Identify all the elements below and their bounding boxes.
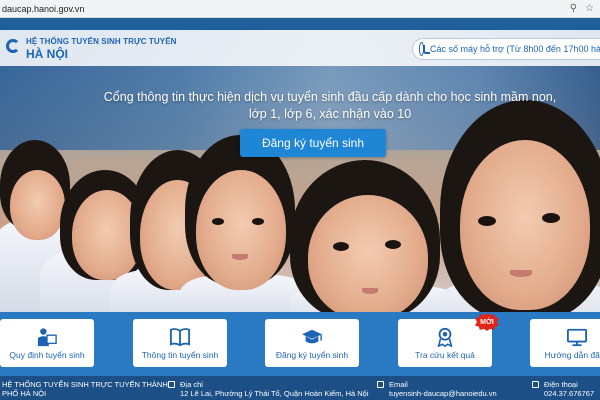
footer-org: HỆ THỐNG TUYỂN SINH TRỰC TUYẾN THÀNH PHỐ…	[2, 380, 168, 398]
tile-label: Tra cứu kết quả	[415, 349, 475, 360]
footer-org-line1: HỆ THỐNG TUYỂN SINH TRỰC TUYẾN THÀNH	[2, 380, 168, 389]
book-icon	[170, 327, 190, 346]
graduation-cap-icon	[302, 329, 322, 343]
tile-admission-info[interactable]: Thông tin tuyển sinh	[133, 319, 227, 367]
monitor-icon	[567, 328, 587, 346]
logo-icon	[6, 37, 22, 57]
browser-address-bar[interactable]: daucap.hanoi.gov.vn ⚲ ☆	[0, 0, 600, 18]
footer-email-value[interactable]: tuyensinh-daucap@hanoiedu.vn	[389, 389, 497, 398]
support-text: Các số máy hỗ trợ (Từ 8h00 đến 17h00 hàn…	[429, 44, 600, 54]
tile-registration-guide[interactable]: Hướng dẫn đăng	[530, 319, 600, 367]
tile-register-admission[interactable]: Đăng ký tuyển sinh	[265, 319, 359, 367]
tile-label: Đăng ký tuyển sinh	[275, 349, 349, 360]
search-icon[interactable]: ⚲	[570, 3, 577, 14]
tile-admission-regulations[interactable]: Quy định tuyển sinh	[0, 319, 94, 367]
star-icon[interactable]: ☆	[585, 3, 594, 14]
footer-email-label: Email	[389, 380, 408, 389]
url-text[interactable]: daucap.hanoi.gov.vn	[0, 4, 84, 14]
tile-label: Hướng dẫn đăng	[544, 349, 600, 360]
footer-org-line2: PHỐ HÀ NỘI	[2, 389, 47, 398]
phone-icon	[532, 381, 539, 388]
site-logo[interactable]: HỆ THỐNG TUYỂN SINH TRỰC TUYẾN HÀ NỘI	[6, 37, 177, 61]
support-hotline-box[interactable]: Các số máy hỗ trợ (Từ 8h00 đến 17h00 hàn…	[412, 38, 600, 60]
tile-label: Quy định tuyển sinh	[9, 349, 85, 360]
reader-icon	[37, 327, 57, 346]
footer-address-value: 12 Lê Lai, Phường Lý Thái Tổ, Quận Hoàn …	[180, 389, 369, 398]
logo-title-line1: HỆ THỐNG TUYỂN SINH TRỰC TUYẾN	[26, 37, 177, 46]
email-icon	[377, 381, 384, 388]
phone-icon	[419, 42, 430, 56]
footer-phone: Điện thoại 024.37.676767	[544, 380, 594, 398]
register-admission-button[interactable]: Đăng ký tuyển sinh	[240, 129, 386, 157]
medal-icon	[437, 327, 453, 347]
location-icon	[168, 381, 175, 388]
tile-label: Thông tin tuyển sinh	[141, 349, 219, 360]
footer-phone-label: Điện thoại	[544, 380, 578, 389]
footer-email: Email tuyensinh-daucap@hanoiedu.vn	[389, 380, 497, 398]
footer-address-label: Địa chỉ	[180, 380, 203, 389]
hero-photo	[0, 30, 600, 320]
site-footer: HỆ THỐNG TUYỂN SINH TRỰC TUYẾN THÀNH PHỐ…	[0, 376, 600, 400]
hero-tagline: Cổng thông tin thực hiện dịch vụ tuyển s…	[103, 90, 557, 121]
footer-phone-value[interactable]: 024.37.676767	[544, 389, 594, 398]
footer-address: Địa chỉ 12 Lê Lai, Phường Lý Thái Tổ, Qu…	[180, 380, 369, 398]
logo-title-line2: HÀ NỘI	[26, 47, 68, 61]
